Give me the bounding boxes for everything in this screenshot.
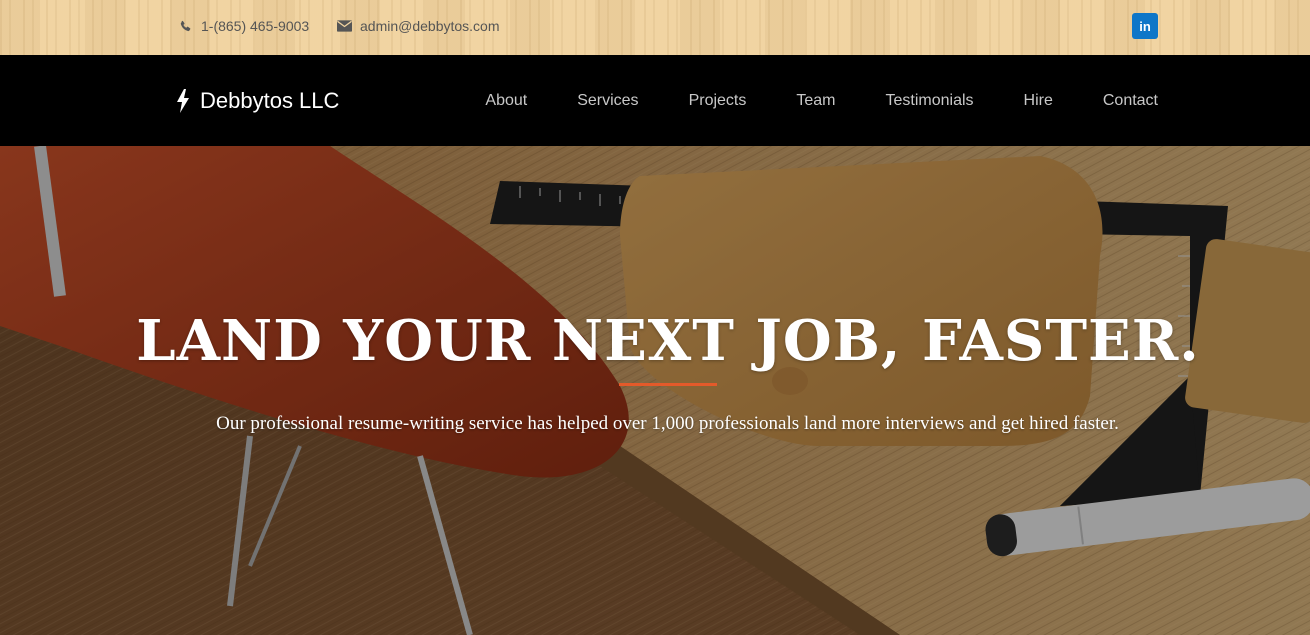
phone-contact[interactable]: 1-(865) 465-9003 bbox=[177, 0, 309, 52]
hero-subtitle: Our professional resume-writing service … bbox=[216, 413, 1119, 434]
nav-item-contact[interactable]: Contact bbox=[1103, 92, 1158, 110]
lightning-bolt-icon bbox=[177, 88, 189, 113]
nav-item-projects[interactable]: Projects bbox=[689, 92, 747, 110]
email-address: admin@debbytos.com bbox=[360, 18, 500, 34]
brand-name: Debbytos LLC bbox=[200, 87, 340, 113]
hero-overlay bbox=[0, 146, 1310, 635]
phone-number: 1-(865) 465-9003 bbox=[201, 18, 310, 34]
hero-headline: LAND YOUR NEXT JOB, FASTER. bbox=[136, 308, 1200, 374]
envelope-icon bbox=[336, 18, 352, 34]
phone-icon bbox=[177, 18, 193, 34]
linkedin-icon[interactable]: in bbox=[1132, 13, 1158, 39]
nav-menu: About Services Projects Team Testimonial… bbox=[485, 55, 1158, 146]
nav-item-hire[interactable]: Hire bbox=[1024, 92, 1053, 110]
headline-accent-divider bbox=[619, 383, 717, 386]
hero-section: LAND YOUR NEXT JOB, FASTER. Our professi… bbox=[0, 146, 1310, 635]
top-contact-bar: 1-(865) 465-9003 admin@debbytos.com in bbox=[0, 0, 1310, 55]
nav-item-team[interactable]: Team bbox=[796, 92, 835, 110]
nav-item-testimonials[interactable]: Testimonials bbox=[885, 92, 973, 110]
email-contact[interactable]: admin@debbytos.com bbox=[336, 0, 500, 52]
main-navbar: Debbytos LLC About Services Projects Tea… bbox=[0, 55, 1310, 146]
nav-item-about[interactable]: About bbox=[485, 92, 527, 110]
brand-logo[interactable]: Debbytos LLC bbox=[176, 55, 339, 146]
nav-item-services[interactable]: Services bbox=[577, 92, 638, 110]
